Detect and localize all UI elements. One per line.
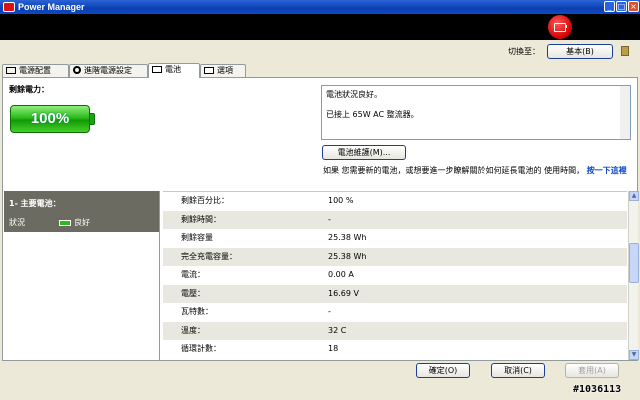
remaining-power-label: 剩餘電力： [9, 85, 49, 94]
detail-value: 25.38 Wh [328, 233, 367, 242]
checkbox-icon [204, 67, 214, 74]
battery-panel: 剩餘電力： 100% 電池狀況良好。 已接上 65W AC 整流器。 電池維護(… [2, 77, 639, 361]
battery-tip [90, 113, 95, 125]
tab-label: 選項 [217, 66, 233, 75]
battery-icon [152, 66, 162, 73]
info-line: 如果 您需要新的電池，或想要進一步瞭解關於如何延長電池的 使用時間， 按一下這裡 [323, 165, 627, 176]
gear-icon [73, 66, 81, 74]
help-book-icon[interactable] [621, 46, 629, 56]
maximize-button[interactable]: □ [616, 1, 627, 12]
battery-maintenance-button[interactable]: 電池維護(M)... [322, 145, 406, 160]
detail-value: 32 C [328, 325, 347, 335]
table-row: 剩餘容量 25.38 Wh [163, 229, 627, 248]
tab-power-plan[interactable]: 電源配置 [2, 64, 69, 78]
watermark-text: #1036113 [573, 384, 622, 395]
close-button[interactable]: × [628, 1, 639, 12]
detail-key: 完全充電容量： [181, 251, 237, 261]
mini-battery-icon [59, 220, 71, 226]
battery-details-table: 剩餘百分比： 100 % 剩餘時間： - 剩餘容量 25.38 Wh 完全充電容量： 2… [163, 191, 627, 360]
detail-key: 電流： [181, 270, 205, 279]
detail-key: 電壓： [181, 288, 205, 298]
detail-value: 16.69 V [328, 288, 359, 298]
detail-key: 剩餘容量 [181, 233, 213, 242]
status-scrollbar[interactable] [620, 86, 630, 139]
switch-label: 切換至： [508, 47, 540, 56]
detail-key: 剩餘時間： [181, 214, 221, 224]
click-here-link[interactable]: 按一下這裡 [587, 166, 627, 175]
ok-button[interactable]: 確定(O) [416, 363, 470, 378]
scroll-up-arrow-icon[interactable]: ▲ [629, 191, 639, 201]
document-icon [6, 67, 16, 74]
detail-value: 100 % [328, 196, 354, 205]
tab-advanced-power[interactable]: 進階電源設定 [69, 64, 148, 78]
detail-value: 18 [328, 344, 339, 353]
status-line: 已接上 65W AC 整流器。 [326, 110, 419, 119]
basic-mode-button[interactable]: 基本(B) [547, 44, 613, 59]
status-line: 電池狀況良好。 [326, 90, 382, 99]
battery-app-icon [3, 2, 15, 12]
cancel-button[interactable]: 取消(C) [491, 363, 545, 378]
detail-key: 溫度： [181, 325, 205, 335]
table-row: 電流： 0.00 A [163, 266, 627, 285]
tab-label: 電源配置 [19, 66, 51, 75]
info-text: 如果 您需要新的電池，或想要進一步瞭解關於如何延長電池的 使用時間， [323, 166, 585, 175]
detail-value: 0.00 A [328, 270, 354, 279]
battery-list: 1- 主要電池： 狀況 良好 [4, 191, 159, 360]
battery-list-item[interactable]: 1- 主要電池： 狀況 良好 [4, 191, 159, 232]
battery-level-gauge: 100% [10, 105, 90, 133]
window-title: Power Manager [18, 2, 85, 12]
apply-button[interactable]: 套用(A) [565, 363, 619, 378]
scroll-down-arrow-icon[interactable]: ▼ [629, 350, 639, 360]
detail-key: 循環計數： [181, 344, 221, 353]
table-row: 剩餘百分比： 100 % [163, 192, 627, 211]
table-row: 完全充電容量： 25.38 Wh [163, 247, 627, 266]
tab-label: 進階電源設定 [84, 66, 132, 75]
battery-status-value: 良好 [74, 218, 90, 227]
tab-options[interactable]: 選項 [200, 64, 246, 78]
tab-label: 電池 [165, 65, 181, 74]
table-row: 循環計數： 18 [163, 340, 627, 359]
battery-name: 1- 主要電池： [9, 199, 61, 208]
table-row: 溫度： 32 C [163, 321, 627, 340]
tab-battery[interactable]: 電池 [148, 63, 200, 78]
table-row: 瓦特數： - [163, 303, 627, 322]
detail-value: - [328, 307, 331, 316]
detail-key: 剩餘百分比： [181, 196, 229, 205]
pane-divider [159, 191, 160, 360]
table-row: 電壓： 16.69 V [163, 284, 627, 303]
details-scrollbar[interactable]: ▲ ▼ [628, 191, 639, 360]
detail-value: - [328, 214, 331, 224]
detail-key: 瓦特數： [181, 307, 213, 316]
header-strip [0, 14, 640, 40]
detail-value: 25.38 Wh [328, 251, 367, 261]
table-row: 剩餘時間： - [163, 210, 627, 229]
battery-status-label: 狀況 [9, 218, 25, 227]
title-bar: Power Manager _ □ × [0, 0, 640, 14]
battery-status-box: 電池狀況良好。 已接上 65W AC 整流器。 [321, 85, 631, 140]
scroll-thumb[interactable] [629, 243, 639, 283]
battery-badge-icon [548, 15, 572, 39]
minimize-button[interactable]: _ [604, 1, 615, 12]
